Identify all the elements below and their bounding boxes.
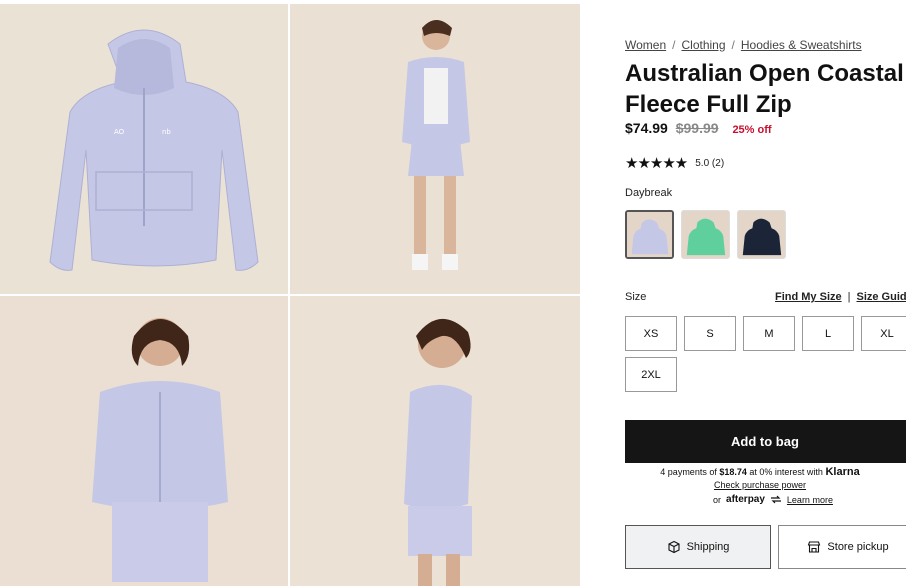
size-help-links: Find My Size | Size Guid <box>775 291 906 303</box>
klarna-amount: $18.74 <box>719 467 747 477</box>
svg-text:AO: AO <box>114 128 125 136</box>
size-l-button[interactable]: L <box>802 316 854 351</box>
size-guide-link[interactable]: Size Guid <box>856 291 906 303</box>
afterpay-arrows-icon <box>770 495 781 504</box>
rating[interactable]: ★★★★★ 5.0 (2) <box>625 154 724 172</box>
product-image-model-side[interactable] <box>290 296 580 586</box>
product-page: AO nb Women / Clothing / Hoodies & Sweat… <box>0 0 906 586</box>
swatch-green[interactable] <box>681 210 730 259</box>
rating-text[interactable]: 5.0 (2) <box>695 158 724 169</box>
breadcrumb-separator: / <box>731 38 735 52</box>
afterpay-message: or afterpay Learn more <box>713 494 833 505</box>
product-info-panel: Women / Clothing / Hoodies & Sweatshirts Aus… <box>625 0 906 586</box>
hoodie-flat-image: AO nb <box>0 4 288 294</box>
hoodie-green-icon <box>682 211 729 258</box>
product-title: Australian Open Coastal Fleece Full Zip <box>625 60 904 118</box>
swatch-lavender[interactable] <box>625 210 674 259</box>
find-my-size-link[interactable]: Find My Size <box>775 291 842 303</box>
discount-badge: 25% off <box>732 124 772 136</box>
model-full-image <box>290 4 580 294</box>
size-xs-button[interactable]: XS <box>625 316 677 351</box>
swatch-navy[interactable] <box>737 210 786 259</box>
add-to-bag-button[interactable]: Add to bag <box>625 420 906 463</box>
afterpay-or: or <box>713 494 722 505</box>
klarna-message: 4 payments of $18.74 at 0% interest with… <box>625 466 895 492</box>
product-image-model-front-close[interactable] <box>0 296 288 586</box>
breadcrumb-clothing[interactable]: Clothing <box>681 38 725 52</box>
size-2xl-button[interactable]: 2XL <box>625 357 677 392</box>
product-image-model-front-full[interactable] <box>290 4 580 294</box>
afterpay-learn-more[interactable]: Learn more <box>787 495 833 505</box>
afterpay-logo: afterpay <box>726 494 765 505</box>
shipping-button[interactable]: Shipping <box>625 525 771 569</box>
store-pickup-button[interactable]: Store pickup <box>778 525 906 569</box>
breadcrumb-women[interactable]: Women <box>625 38 666 52</box>
klarna-prefix: 4 payments of <box>660 467 717 477</box>
breadcrumb-separator: / <box>672 38 676 52</box>
klarna-check-link[interactable]: Check purchase power <box>714 480 806 490</box>
product-image-flat-lay[interactable]: AO nb <box>0 4 288 294</box>
link-divider: | <box>847 291 851 303</box>
store-icon <box>808 541 821 553</box>
klarna-middle: at 0% interest with <box>749 467 823 477</box>
hoodie-navy-icon <box>738 211 785 258</box>
klarna-logo: Klarna <box>825 466 860 478</box>
selected-color-label: Daybreak <box>625 187 673 199</box>
star-rating-icon: ★★★★★ <box>625 155 688 172</box>
sale-price: $74.99 <box>625 120 668 136</box>
price-block: $74.99 $99.99 25% off <box>625 120 772 136</box>
svg-text:nb: nb <box>162 128 171 136</box>
breadcrumb-hoodies[interactable]: Hoodies & Sweatshirts <box>741 38 862 52</box>
model-close-image <box>0 296 288 586</box>
shipping-label: Shipping <box>686 541 730 553</box>
model-side-image <box>290 296 580 586</box>
box-icon <box>668 540 680 554</box>
store-pickup-label: Store pickup <box>827 541 889 553</box>
size-xl-button[interactable]: XL <box>861 316 906 351</box>
size-m-button[interactable]: M <box>743 316 795 351</box>
product-gallery: AO nb <box>0 4 580 586</box>
color-swatches <box>625 210 786 259</box>
hoodie-lavender-icon <box>627 212 672 257</box>
fulfillment-options: Shipping Store pickup <box>625 525 906 569</box>
breadcrumb: Women / Clothing / Hoodies & Sweatshirts <box>625 38 862 52</box>
size-s-button[interactable]: S <box>684 316 736 351</box>
size-label: Size <box>625 291 647 303</box>
original-price: $99.99 <box>675 120 719 136</box>
